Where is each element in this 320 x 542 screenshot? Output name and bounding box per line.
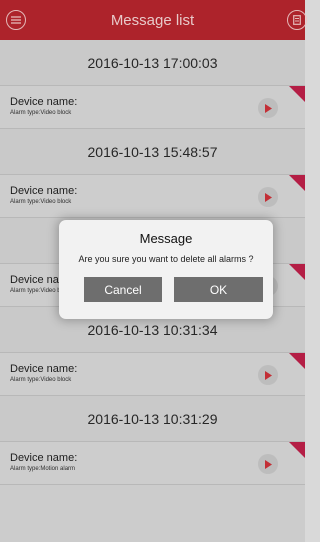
dialog-message: Are you sure you want to delete all alar… (78, 254, 254, 264)
confirm-dialog: Message Are you sure you want to delete … (59, 220, 273, 319)
cancel-button[interactable]: Cancel (84, 277, 162, 302)
ok-button[interactable]: OK (174, 277, 263, 302)
dialog-title: Message (139, 231, 193, 246)
